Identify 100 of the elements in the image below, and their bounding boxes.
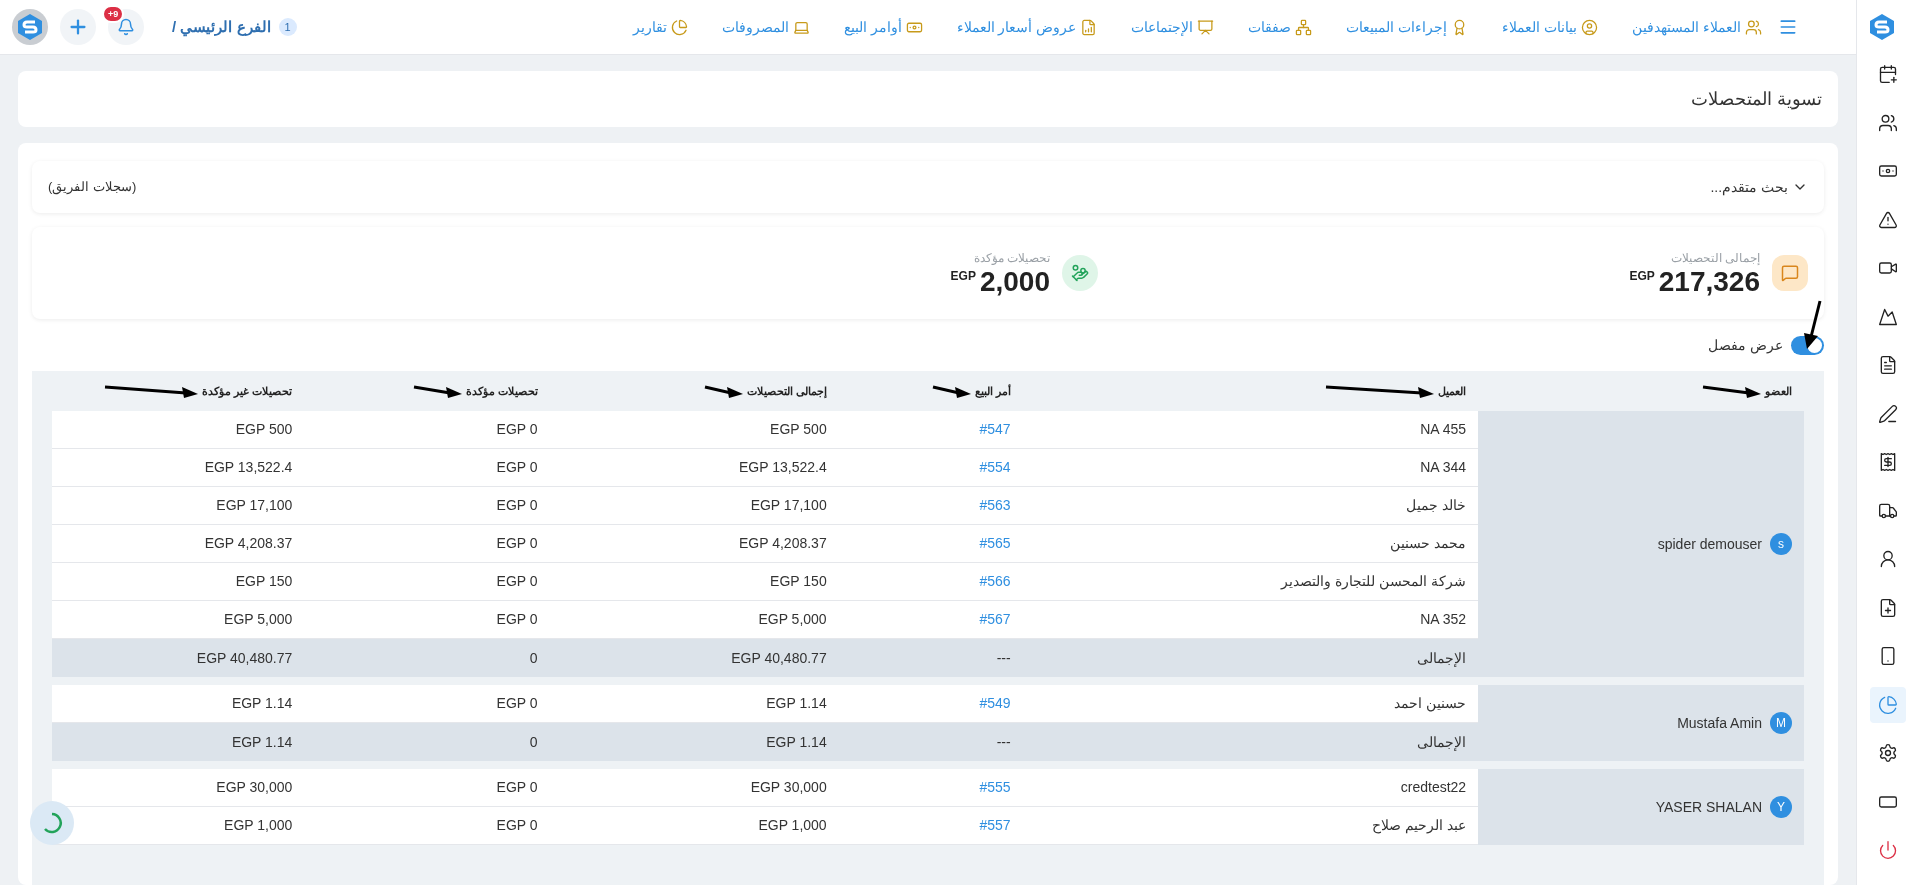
annotation-arrow — [930, 384, 971, 398]
column-header: تحصيلات مؤكدة — [465, 383, 538, 400]
member-avatar: Y — [1770, 796, 1792, 818]
branch-number: 1 — [278, 18, 297, 36]
confirmed-amount: EGP 0 — [496, 496, 538, 515]
member-name: spider demouser — [1657, 534, 1762, 554]
collections-total: EGP 13,522.4 — [738, 458, 827, 477]
user-circle-icon — [1581, 18, 1599, 36]
collections-total: EGP 5,000 — [758, 610, 827, 629]
logo-icon — [1868, 13, 1896, 41]
toggle-label: عرض مفصل — [1708, 335, 1783, 356]
network-icon — [1295, 18, 1313, 36]
order-link[interactable]: #549 — [979, 693, 1011, 714]
chart-icon — [1878, 694, 1898, 715]
client-name: خالد جميل — [1406, 496, 1467, 515]
unconfirmed-amount: EGP 1.14 — [231, 694, 293, 713]
collections-total: EGP 40,480.77 — [731, 648, 827, 668]
confirmed-amount: EGP 0 — [496, 694, 538, 713]
nav-link[interactable]: بيانات العملاء — [1502, 16, 1599, 38]
order-link[interactable]: #565 — [979, 533, 1011, 554]
client-name: الإجمالى — [1417, 648, 1467, 669]
collections-total: EGP 1.14 — [766, 732, 827, 752]
nav-link[interactable]: المصروفات — [721, 16, 810, 38]
receipt-icon — [1878, 452, 1898, 472]
member-avatar: M — [1770, 712, 1792, 734]
mountain-icon — [1878, 306, 1898, 327]
records-scope: (سجلات الفريق) — [48, 178, 137, 197]
client-name: الإجمالى — [1417, 732, 1467, 753]
collections-total: EGP 4,208.37 — [738, 534, 827, 553]
users-icon — [1745, 18, 1762, 36]
settings-icon — [1878, 743, 1898, 763]
advanced-search-toggle[interactable]: بحث متقدم... — [1710, 176, 1808, 198]
order-link[interactable]: #547 — [979, 419, 1011, 440]
page-title: تسوية المتحصلات — [1691, 87, 1822, 112]
confirmed-amount: EGP 0 — [496, 534, 538, 553]
collections-total: EGP 30,000 — [750, 778, 827, 797]
stat-label: إجمالى التحصيلات — [1669, 250, 1760, 267]
order-link[interactable]: #563 — [979, 495, 1011, 516]
order-link[interactable]: #566 — [979, 571, 1011, 592]
collections-total: EGP 1.14 — [766, 694, 827, 713]
column-header: إجمالى التحصيلات — [746, 383, 827, 400]
collections-total: EGP 500 — [770, 420, 827, 439]
nav-link[interactable]: عروض أسعار العملاء — [956, 16, 1098, 38]
column-header: العضو — [1765, 383, 1792, 400]
nav-link[interactable]: تقارير — [632, 16, 688, 38]
unconfirmed-amount: EGP 13,522.4 — [204, 458, 293, 477]
confirmed-amount: 0 — [529, 648, 538, 668]
collections-total: EGP 1,000 — [758, 816, 827, 835]
confirmed-amount: EGP 0 — [496, 420, 538, 439]
order-link[interactable]: #567 — [979, 609, 1011, 630]
branch-name[interactable]: الفرع الرئيسي / — [172, 15, 271, 39]
user-avatar[interactable] — [12, 9, 48, 45]
client-name: حسنين احمد — [1394, 694, 1467, 714]
stat-value: 217,326 — [1658, 267, 1760, 297]
annotation-arrow — [1804, 299, 1822, 349]
member-name: YASER SHALAN — [1655, 797, 1762, 817]
nav-link[interactable]: العملاء المستهدفين — [1632, 16, 1762, 38]
add-button[interactable] — [60, 9, 96, 45]
unconfirmed-amount: EGP 1,000 — [224, 816, 293, 835]
calendar-icon — [1878, 64, 1898, 84]
unconfirmed-amount: EGP 40,480.77 — [196, 648, 293, 668]
unconfirmed-amount: EGP 5,000 — [224, 610, 293, 629]
unconfirmed-amount: EGP 17,100 — [216, 496, 293, 515]
file-chart-icon — [1080, 18, 1098, 36]
power-icon — [1878, 840, 1898, 860]
client-name: credtest22 — [1400, 778, 1467, 797]
confirmed-amount: EGP 0 — [496, 610, 538, 629]
column-header: العميل — [1438, 383, 1467, 400]
member-name: Mustafa Amin — [1677, 713, 1762, 733]
notification-badge: +9 — [102, 5, 125, 23]
nav-link[interactable]: إجراءات المبيعات — [1346, 16, 1469, 38]
client-name: NA 352 — [1420, 610, 1467, 629]
confirmed-amount: 0 — [529, 732, 538, 752]
order-link[interactable]: #557 — [979, 815, 1011, 836]
hand-coins-icon — [1062, 255, 1098, 291]
column-header: تحصيلات غير مؤكدة — [202, 383, 293, 400]
warning-icon — [1878, 209, 1898, 230]
order-number: --- — [996, 648, 1011, 668]
menu-icon[interactable] — [1778, 17, 1798, 37]
order-number: --- — [996, 732, 1011, 752]
confirmed-amount: EGP 0 — [496, 816, 538, 835]
client-name: محمد حسنين — [1390, 534, 1467, 554]
order-link[interactable]: #554 — [979, 457, 1011, 478]
file-plus-icon — [1878, 597, 1898, 618]
pen-icon — [1878, 403, 1898, 424]
client-name: NA 455 — [1420, 420, 1467, 439]
nav-link[interactable]: أوامر البيع — [843, 16, 923, 38]
stat-value: 2,000 — [979, 267, 1050, 297]
collections-total: EGP 150 — [770, 572, 827, 591]
client-name: عبد الرحيم صلاح — [1372, 816, 1467, 836]
nav-link[interactable]: الإجتماعات — [1131, 16, 1215, 38]
annotation-arrow — [1701, 384, 1761, 398]
unconfirmed-amount: EGP 1.14 — [231, 732, 293, 752]
logo-icon — [16, 13, 44, 41]
nav-link[interactable]: صفقات — [1248, 16, 1313, 38]
stat-currency: EGP — [950, 268, 976, 285]
unconfirmed-amount: EGP 150 — [235, 572, 293, 591]
order-link[interactable]: #555 — [979, 777, 1011, 798]
confirmed-amount: EGP 0 — [496, 778, 538, 797]
annotation-arrow — [702, 384, 743, 398]
